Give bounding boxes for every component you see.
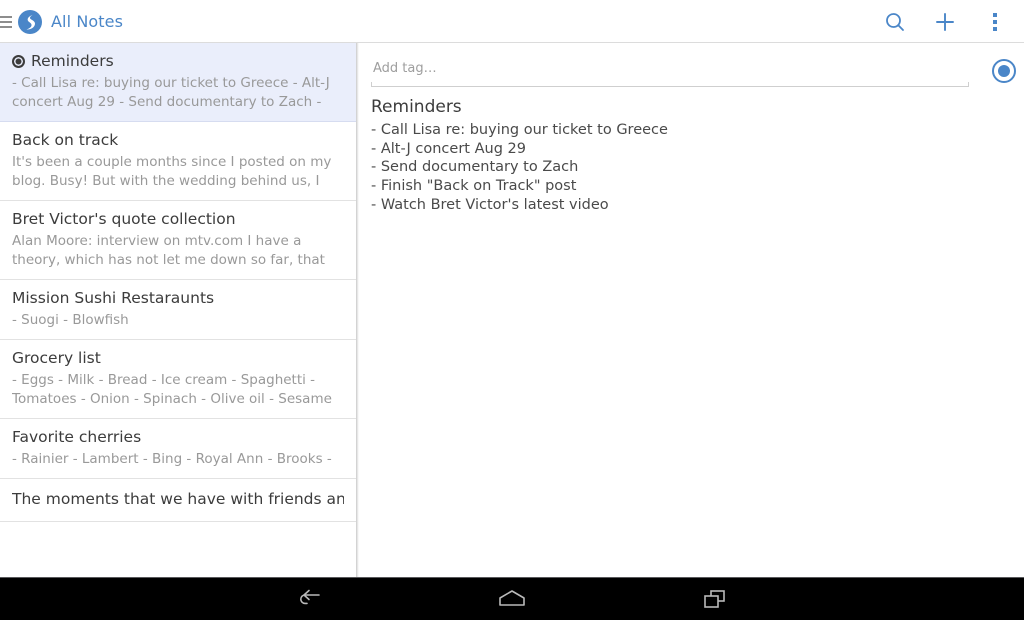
note-preview: - Eggs - Milk - Bread - Ice cream - Spag… — [12, 371, 344, 409]
note-body-line: - Watch Bret Victor's latest video — [371, 196, 1011, 215]
note-preview: - Call Lisa re: buying our ticket to Gre… — [12, 74, 344, 112]
note-title-row: Bret Victor's quote collection — [12, 209, 344, 230]
kebab-menu-icon — [993, 13, 997, 31]
note-body-line: - Finish "Back on Track" post — [371, 177, 1011, 196]
nav-back-button[interactable] — [259, 578, 361, 620]
record-radio-icon — [998, 65, 1010, 77]
overflow-menu-button[interactable] — [970, 0, 1020, 43]
note-title: The moments that we have with friends an… — [12, 489, 344, 510]
nav-home-button[interactable] — [461, 578, 563, 620]
hamburger-bar — [0, 26, 12, 28]
note-title: Reminders — [31, 51, 114, 72]
note-body-line: - Send documentary to Zach — [371, 158, 1011, 177]
note-title-row: The moments that we have with friends an… — [12, 489, 344, 510]
note-list-item-grocery-list[interactable]: Grocery list - Eggs - Milk - Bread - Ice… — [0, 340, 356, 419]
kebab-dot — [993, 27, 997, 31]
hamburger-bar — [0, 16, 12, 18]
page-title: All Notes — [51, 12, 123, 31]
note-preview: Alan Moore: interview on mtv.com I have … — [12, 232, 344, 270]
note-body-line: - Alt-J concert Aug 29 — [371, 140, 1011, 159]
note-title-row: Reminders — [12, 51, 344, 72]
note-list-item-back-on-track[interactable]: Back on track It's been a couple months … — [0, 122, 356, 201]
note-body-heading: Reminders — [371, 95, 1011, 120]
tag-input-underline — [371, 82, 969, 87]
simplenote-logo-icon — [17, 9, 43, 35]
note-title: Favorite cherries — [12, 427, 141, 448]
note-body-line: - Call Lisa re: buying our ticket to Gre… — [371, 121, 1011, 140]
search-button[interactable] — [870, 0, 920, 43]
note-title: Grocery list — [12, 348, 101, 369]
kebab-dot — [993, 13, 997, 17]
plus-icon — [933, 10, 957, 34]
note-title-row: Mission Sushi Restaraunts — [12, 288, 344, 309]
app-bar-actions — [870, 0, 1020, 43]
hamburger-bar — [0, 21, 12, 23]
kebab-dot — [993, 20, 997, 24]
note-title-row: Back on track — [12, 130, 344, 151]
note-body[interactable]: Reminders - Call Lisa re: buying our tic… — [371, 95, 1011, 215]
pinned-dot-icon — [12, 55, 25, 68]
search-icon — [883, 10, 907, 34]
note-list[interactable]: Reminders - Call Lisa re: buying our tic… — [0, 43, 356, 577]
recents-icon — [699, 588, 729, 610]
content-area: Reminders - Call Lisa re: buying our tic… — [0, 43, 1024, 577]
app-root: All Notes — [0, 0, 1024, 620]
back-arrow-icon — [295, 588, 325, 610]
note-title: Back on track — [12, 130, 118, 151]
note-editor: Reminders - Call Lisa re: buying our tic… — [359, 43, 1024, 577]
note-preview: It's been a couple months since I posted… — [12, 153, 344, 191]
hamburger-menu-icon[interactable] — [0, 0, 12, 43]
note-title-row: Favorite cherries — [12, 427, 344, 448]
note-list-item-reminders[interactable]: Reminders - Call Lisa re: buying our tic… — [0, 43, 356, 122]
note-title: Bret Victor's quote collection — [12, 209, 236, 230]
home-icon — [496, 588, 528, 610]
add-tag-input[interactable] — [371, 55, 969, 81]
tag-row — [371, 55, 1012, 91]
add-note-button[interactable] — [920, 0, 970, 43]
tag-input-wrapper — [371, 55, 969, 87]
app-bar-left-group: All Notes — [0, 0, 123, 43]
app-bar: All Notes — [0, 0, 1024, 43]
note-list-item-mission-sushi[interactable]: Mission Sushi Restaraunts - Suogi - Blow… — [0, 280, 356, 340]
note-list-item-the-moments[interactable]: The moments that we have with friends an… — [0, 479, 356, 522]
note-list-item-bret-victor-quotes[interactable]: Bret Victor's quote collection Alan Moor… — [0, 201, 356, 280]
note-list-item-favorite-cherries[interactable]: Favorite cherries - Rainier - Lambert - … — [0, 419, 356, 479]
note-preview: - Suogi - Blowfish — [12, 311, 344, 330]
logo-svg — [17, 9, 43, 35]
note-title: Mission Sushi Restaraunts — [12, 288, 214, 309]
note-title-row: Grocery list — [12, 348, 344, 369]
note-preview: - Rainier - Lambert - Bing - Royal Ann -… — [12, 450, 344, 469]
android-nav-bar — [0, 577, 1024, 620]
nav-recents-button[interactable] — [663, 578, 765, 620]
record-button[interactable] — [992, 59, 1016, 83]
